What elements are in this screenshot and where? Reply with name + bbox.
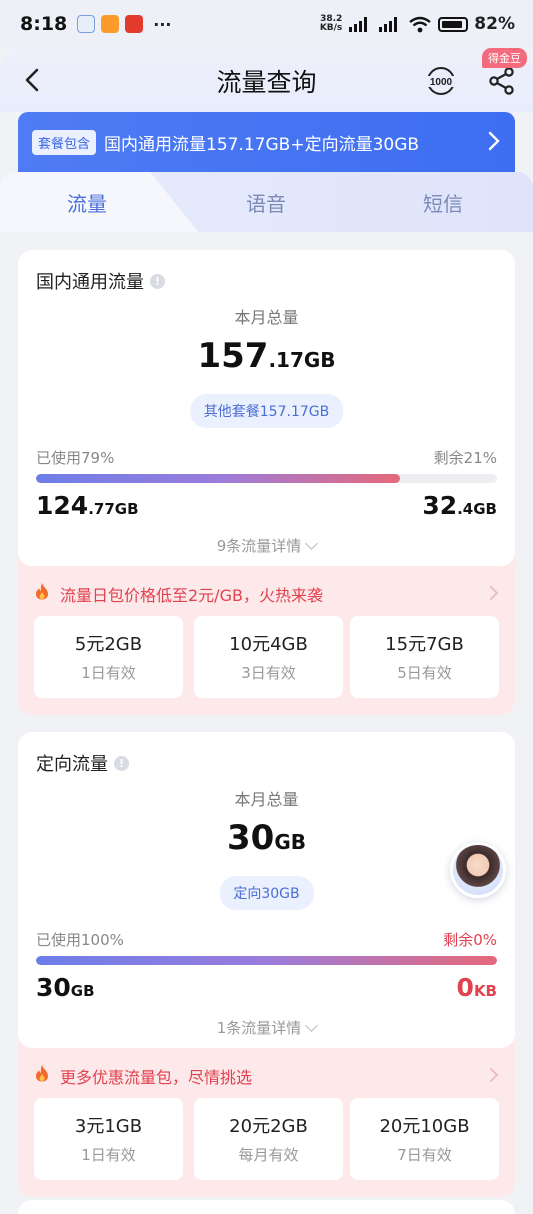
video-app-icon xyxy=(101,15,120,33)
tab-sms[interactable]: 短信 xyxy=(423,188,463,217)
usage-progress-bar xyxy=(36,956,497,965)
usage-detail-link[interactable]: 1条流量详情 xyxy=(18,1017,515,1038)
usage-progress-bar xyxy=(36,474,497,483)
battery-percent: 82% xyxy=(474,14,515,34)
package-source-pill: 定向30GB xyxy=(219,876,314,910)
hotline-10000-icon[interactable]: 1000 xyxy=(424,64,458,98)
usage-detail-link[interactable]: 9条流量详情 xyxy=(18,535,515,556)
next-card-edge xyxy=(18,1200,515,1214)
tab-voice[interactable]: 语音 xyxy=(246,188,286,217)
used-percent-label: 已使用100% xyxy=(36,931,124,949)
info-icon[interactable]: ! xyxy=(150,273,165,289)
directed-data-card: 定向流量 ! 本月总量 30GB 定向30GB 已使用100% 剩余0% 30G… xyxy=(18,732,515,1048)
package-source-pill: 其他套餐157.17GB xyxy=(189,394,344,428)
nav-header: 流量查询 1000 得金豆 xyxy=(0,48,533,112)
usage-progress-fill xyxy=(36,956,497,965)
card-title: 国内通用流量 ! xyxy=(36,268,165,294)
total-value: 30GB xyxy=(227,818,306,858)
svg-text:1000: 1000 xyxy=(430,77,453,88)
total-label: 本月总量 xyxy=(234,308,299,327)
remain-amount: 0KB xyxy=(456,973,497,1002)
promo-text: 流量日包价格低至2元/GB，火热来袭 xyxy=(60,586,323,605)
wifi-icon xyxy=(409,16,432,33)
network-speed: 38.2 KB/s xyxy=(319,14,343,33)
package-banner[interactable]: 套餐包含 国内通用流量157.17GB+定向流量30GB xyxy=(18,112,515,172)
card-title: 定向流量 ! xyxy=(36,750,129,776)
offer-card[interactable]: 20元10GB 7日有效 xyxy=(350,1098,499,1180)
calendar-app-icon xyxy=(77,15,96,33)
chevron-right-icon xyxy=(490,586,499,600)
more-notifications-icon: ··· xyxy=(153,14,172,34)
cell-signal-2-icon xyxy=(379,17,398,32)
info-icon[interactable]: ! xyxy=(114,755,129,771)
offer-card[interactable]: 15元7GB 5日有效 xyxy=(350,616,499,698)
total-value: 157.17GB xyxy=(197,336,336,376)
chevron-down-icon xyxy=(305,537,319,550)
remain-percent-label: 剩余21% xyxy=(433,449,497,467)
fire-icon xyxy=(36,1065,48,1082)
tab-data[interactable]: 流量 xyxy=(67,188,107,217)
usage-progress-fill xyxy=(36,474,401,483)
offer-card[interactable]: 20元2GB 每月有效 xyxy=(194,1098,343,1180)
total-label: 本月总量 xyxy=(234,790,299,809)
battery-icon xyxy=(438,16,469,32)
gold-bean-badge[interactable]: 得金豆 xyxy=(482,48,527,68)
directed-data-section: 定向流量 ! 本月总量 30GB 定向30GB 已使用100% 剩余0% 30G… xyxy=(18,732,515,1197)
used-percent-label: 已使用79% xyxy=(36,449,115,467)
remain-percent-label: 剩余0% xyxy=(443,931,497,949)
chevron-right-icon xyxy=(490,1068,499,1082)
remain-amount: 32.4GB xyxy=(422,491,497,520)
share-icon[interactable] xyxy=(488,66,516,96)
status-time: 8:18 xyxy=(20,13,68,35)
chevron-right-icon xyxy=(488,131,500,151)
chevron-down-icon xyxy=(305,1019,319,1032)
shopping-app-icon xyxy=(125,15,144,33)
used-amount: 124.77GB xyxy=(36,491,139,520)
package-tag: 套餐包含 xyxy=(32,129,97,155)
cell-signal-icon xyxy=(349,17,368,32)
fire-icon xyxy=(36,583,48,600)
package-summary: 国内通用流量157.17GB+定向流量30GB xyxy=(104,134,420,155)
usage-tabs: 流量 语音 短信 xyxy=(0,172,533,234)
general-data-card: 国内通用流量 ! 本月总量 157.17GB 其他套餐157.17GB 已使用7… xyxy=(18,250,515,566)
offer-card[interactable]: 5元2GB 1日有效 xyxy=(34,616,183,698)
promo-row[interactable]: 更多优惠流量包，尽情挑选 xyxy=(18,1052,515,1096)
status-bar: 8:18 ··· 38.2 KB/s 82% xyxy=(0,0,533,48)
general-data-section: 国内通用流量 ! 本月总量 157.17GB 其他套餐157.17GB 已使用7… xyxy=(18,250,515,715)
assistant-avatar[interactable] xyxy=(450,842,506,898)
offer-card[interactable]: 10元4GB 3日有效 xyxy=(194,616,343,698)
offer-card[interactable]: 3元1GB 1日有效 xyxy=(34,1098,183,1180)
promo-text: 更多优惠流量包，尽情挑选 xyxy=(60,1068,253,1087)
used-amount: 30GB xyxy=(36,973,95,1002)
promo-row[interactable]: 流量日包价格低至2元/GB，火热来袭 xyxy=(18,570,515,614)
